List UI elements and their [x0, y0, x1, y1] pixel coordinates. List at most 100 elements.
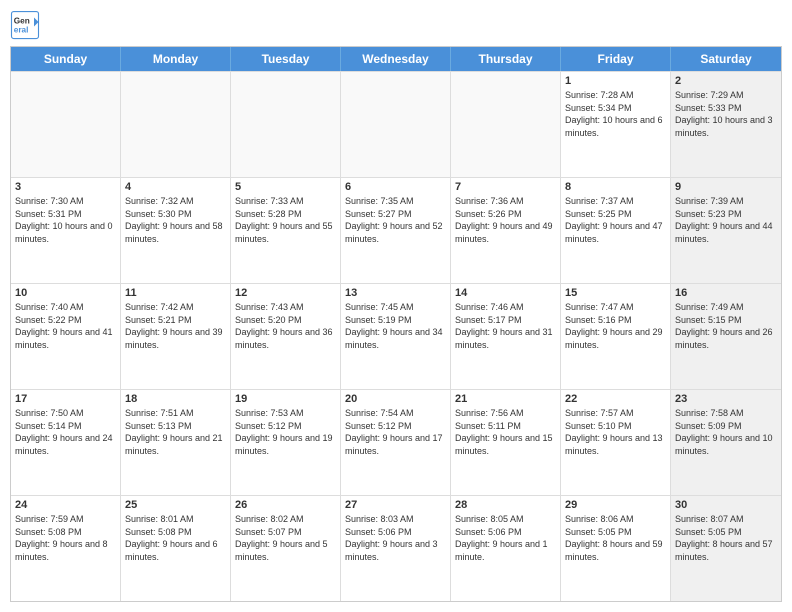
day-number: 7 — [455, 181, 556, 193]
calendar-header: SundayMondayTuesdayWednesdayThursdayFrid… — [11, 47, 781, 71]
logo: Gen eral — [10, 10, 43, 40]
calendar-cell: 24 Sunrise: 7:59 AM Sunset: 5:08 PM Dayli… — [11, 496, 121, 601]
calendar-cell: 4Sunrise: 7:32 AM Sunset: 5:30 PM Daylig… — [121, 178, 231, 283]
daylight-hours: Sunrise: 7:51 AM Sunset: 5:13 PM Dayligh… — [125, 407, 226, 457]
calendar-cell: 3Sunrise: 7:30 AM Sunset: 5:31 PM Daylig… — [11, 178, 121, 283]
daylight-hours: Sunrise: 7:50 AM Sunset: 5:14 PM Dayligh… — [15, 407, 116, 457]
daylight-hours: Sunrise: 7:37 AM Sunset: 5:25 PM Dayligh… — [565, 195, 666, 245]
daylight-hours: Sunrise: 7:35 AM Sunset: 5:27 PM Dayligh… — [345, 195, 446, 245]
day-number: 11 — [125, 287, 226, 299]
day-number: 17 — [15, 393, 116, 405]
daylight-hours: Sunrise: 7:53 AM Sunset: 5:12 PM Dayligh… — [235, 407, 336, 457]
calendar-cell: 21 Sunrise: 7:56 AM Sunset: 5:11 PM Dayli… — [451, 390, 561, 495]
svg-text:eral: eral — [14, 26, 29, 35]
calendar-cell: 7 Sunrise: 7:36 AM Sunset: 5:26 PM Daylig… — [451, 178, 561, 283]
daylight-hours: Sunrise: 7:40 AM Sunset: 5:22 PM Dayligh… — [15, 301, 116, 351]
daylight-hours: Sunrise: 7:46 AM Sunset: 5:17 PM Dayligh… — [455, 301, 556, 351]
day-number: 24 — [15, 499, 116, 511]
day-number: 10 — [15, 287, 116, 299]
calendar-body: 1 Sunrise: 7:28 AM Sunset: 5:34 PM Daylig… — [11, 71, 781, 601]
daylight-hours: Sunrise: 8:03 AM Sunset: 5:06 PM Dayligh… — [345, 513, 446, 563]
calendar-cell: 20 Sunrise: 7:54 AM Sunset: 5:12 PM Dayli… — [341, 390, 451, 495]
day-number: 18 — [125, 393, 226, 405]
day-number: 14 — [455, 287, 556, 299]
calendar-cell: 19 Sunrise: 7:53 AM Sunset: 5:12 PM Dayli… — [231, 390, 341, 495]
calendar-cell: 18 Sunrise: 7:51 AM Sunset: 5:13 PM Dayli… — [121, 390, 231, 495]
calendar-cell — [341, 72, 451, 177]
calendar-cell: 1 Sunrise: 7:28 AM Sunset: 5:34 PM Daylig… — [561, 72, 671, 177]
daylight-hours: Sunrise: 7:42 AM Sunset: 5:21 PM Dayligh… — [125, 301, 226, 351]
calendar-cell: 13 Sunrise: 7:45 AM Sunset: 5:19 PM Dayli… — [341, 284, 451, 389]
calendar-cell: 30Sunrise: 8:07 AM Sunset: 5:05 PM Dayli… — [671, 496, 781, 601]
page-header: Gen eral — [10, 10, 782, 40]
svg-text:Gen: Gen — [14, 17, 30, 26]
calendar-cell: 25 Sunrise: 8:01 AM Sunset: 5:08 PM Dayli… — [121, 496, 231, 601]
day-number: 28 — [455, 499, 556, 511]
weekday-header: Friday — [561, 47, 671, 71]
day-number: 20 — [345, 393, 446, 405]
calendar-row: 17 Sunrise: 7:50 AM Sunset: 5:14 PM Dayli… — [11, 389, 781, 495]
calendar-row: 24 Sunrise: 7:59 AM Sunset: 5:08 PM Dayli… — [11, 495, 781, 601]
day-number: 27 — [345, 499, 446, 511]
calendar-cell: 8 Sunrise: 7:37 AM Sunset: 5:25 PM Daylig… — [561, 178, 671, 283]
daylight-hours: Sunrise: 7:45 AM Sunset: 5:19 PM Dayligh… — [345, 301, 446, 351]
calendar-cell: 11 Sunrise: 7:42 AM Sunset: 5:21 PM Dayli… — [121, 284, 231, 389]
weekday-header: Wednesday — [341, 47, 451, 71]
day-number: 6 — [345, 181, 446, 193]
calendar-cell: 27 Sunrise: 8:03 AM Sunset: 5:06 PM Dayli… — [341, 496, 451, 601]
weekday-header: Thursday — [451, 47, 561, 71]
day-number: 25 — [125, 499, 226, 511]
day-number: 21 — [455, 393, 556, 405]
day-number: 3 — [15, 181, 116, 193]
calendar-cell: 10 Sunrise: 7:40 AM Sunset: 5:22 PM Dayli… — [11, 284, 121, 389]
daylight-hours: Sunrise: 7:39 AM Sunset: 5:23 PM Dayligh… — [675, 195, 777, 245]
calendar-cell: 22 Sunrise: 7:57 AM Sunset: 5:10 PM Dayli… — [561, 390, 671, 495]
day-number: 22 — [565, 393, 666, 405]
calendar-cell: 9Sunrise: 7:39 AM Sunset: 5:23 PM Daylig… — [671, 178, 781, 283]
calendar-cell: 6 Sunrise: 7:35 AM Sunset: 5:27 PM Daylig… — [341, 178, 451, 283]
daylight-hours: Sunrise: 8:01 AM Sunset: 5:08 PM Dayligh… — [125, 513, 226, 563]
calendar-cell — [121, 72, 231, 177]
day-number: 2 — [675, 75, 777, 87]
weekday-header: Sunday — [11, 47, 121, 71]
daylight-hours: Sunrise: 7:36 AM Sunset: 5:26 PM Dayligh… — [455, 195, 556, 245]
calendar-cell: 12Sunrise: 7:43 AM Sunset: 5:20 PM Dayli… — [231, 284, 341, 389]
daylight-hours: Sunrise: 8:02 AM Sunset: 5:07 PM Dayligh… — [235, 513, 336, 563]
daylight-hours: Sunrise: 8:07 AM Sunset: 5:05 PM Dayligh… — [675, 513, 777, 563]
calendar-row: 10 Sunrise: 7:40 AM Sunset: 5:22 PM Dayli… — [11, 283, 781, 389]
day-number: 8 — [565, 181, 666, 193]
day-number: 19 — [235, 393, 336, 405]
daylight-hours: Sunrise: 8:05 AM Sunset: 5:06 PM Dayligh… — [455, 513, 556, 563]
day-number: 16 — [675, 287, 777, 299]
daylight-hours: Sunrise: 7:29 AM Sunset: 5:33 PM Dayligh… — [675, 89, 777, 139]
daylight-hours: Sunrise: 7:56 AM Sunset: 5:11 PM Dayligh… — [455, 407, 556, 457]
weekday-header: Tuesday — [231, 47, 341, 71]
daylight-hours: Sunrise: 7:58 AM Sunset: 5:09 PM Dayligh… — [675, 407, 777, 457]
day-number: 26 — [235, 499, 336, 511]
daylight-hours: Sunrise: 7:28 AM Sunset: 5:34 PM Dayligh… — [565, 89, 666, 139]
calendar-row: 3Sunrise: 7:30 AM Sunset: 5:31 PM Daylig… — [11, 177, 781, 283]
calendar: SundayMondayTuesdayWednesdayThursdayFrid… — [10, 46, 782, 602]
day-number: 29 — [565, 499, 666, 511]
daylight-hours: Sunrise: 7:57 AM Sunset: 5:10 PM Dayligh… — [565, 407, 666, 457]
weekday-header: Monday — [121, 47, 231, 71]
weekday-header: Saturday — [671, 47, 781, 71]
calendar-cell — [231, 72, 341, 177]
calendar-cell: 17 Sunrise: 7:50 AM Sunset: 5:14 PM Dayli… — [11, 390, 121, 495]
calendar-cell: 26 Sunrise: 8:02 AM Sunset: 5:07 PM Dayli… — [231, 496, 341, 601]
day-number: 1 — [565, 75, 666, 87]
day-number: 15 — [565, 287, 666, 299]
daylight-hours: Sunrise: 7:54 AM Sunset: 5:12 PM Dayligh… — [345, 407, 446, 457]
daylight-hours: Sunrise: 7:47 AM Sunset: 5:16 PM Dayligh… — [565, 301, 666, 351]
calendar-cell: 14 Sunrise: 7:46 AM Sunset: 5:17 PM Dayli… — [451, 284, 561, 389]
calendar-cell — [451, 72, 561, 177]
daylight-hours: Sunrise: 8:06 AM Sunset: 5:05 PM Dayligh… — [565, 513, 666, 563]
daylight-hours: Sunrise: 7:43 AM Sunset: 5:20 PM Dayligh… — [235, 301, 336, 351]
day-number: 13 — [345, 287, 446, 299]
calendar-cell: 2 Sunrise: 7:29 AM Sunset: 5:33 PM Daylig… — [671, 72, 781, 177]
calendar-cell: 29 Sunrise: 8:06 AM Sunset: 5:05 PM Dayli… — [561, 496, 671, 601]
day-number: 4 — [125, 181, 226, 193]
calendar-cell: 15 Sunrise: 7:47 AM Sunset: 5:16 PM Dayli… — [561, 284, 671, 389]
daylight-hours: Sunrise: 7:59 AM Sunset: 5:08 PM Dayligh… — [15, 513, 116, 563]
logo-icon: Gen eral — [10, 10, 40, 40]
